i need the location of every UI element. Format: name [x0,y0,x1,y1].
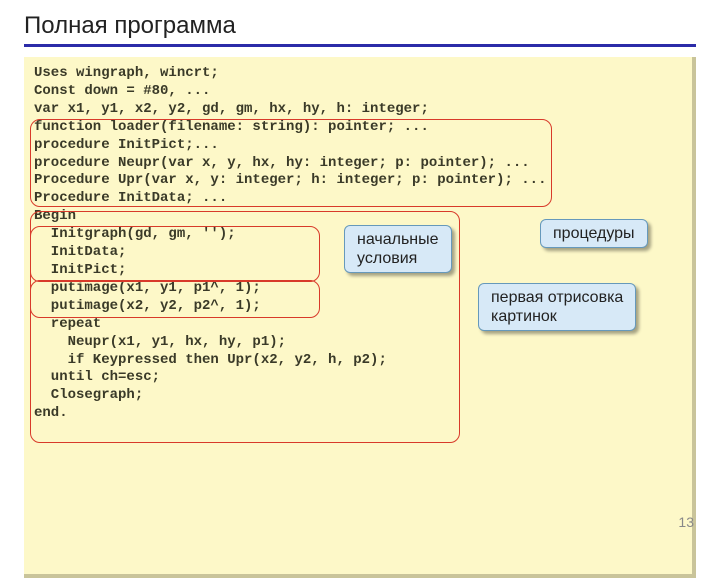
title-rule [24,44,696,47]
page-title: Полная программа [24,12,696,40]
page-number: 13 [678,514,694,530]
callout-initial-conditions: начальные условия [344,225,452,273]
callout-procedures: процедуры [540,219,648,248]
callout-first-draw: первая отрисовка картинок [478,283,636,331]
code-text: Uses wingraph, wincrt; Const down = #80,… [34,65,546,421]
code-block: Uses wingraph, wincrt; Const down = #80,… [24,57,696,578]
